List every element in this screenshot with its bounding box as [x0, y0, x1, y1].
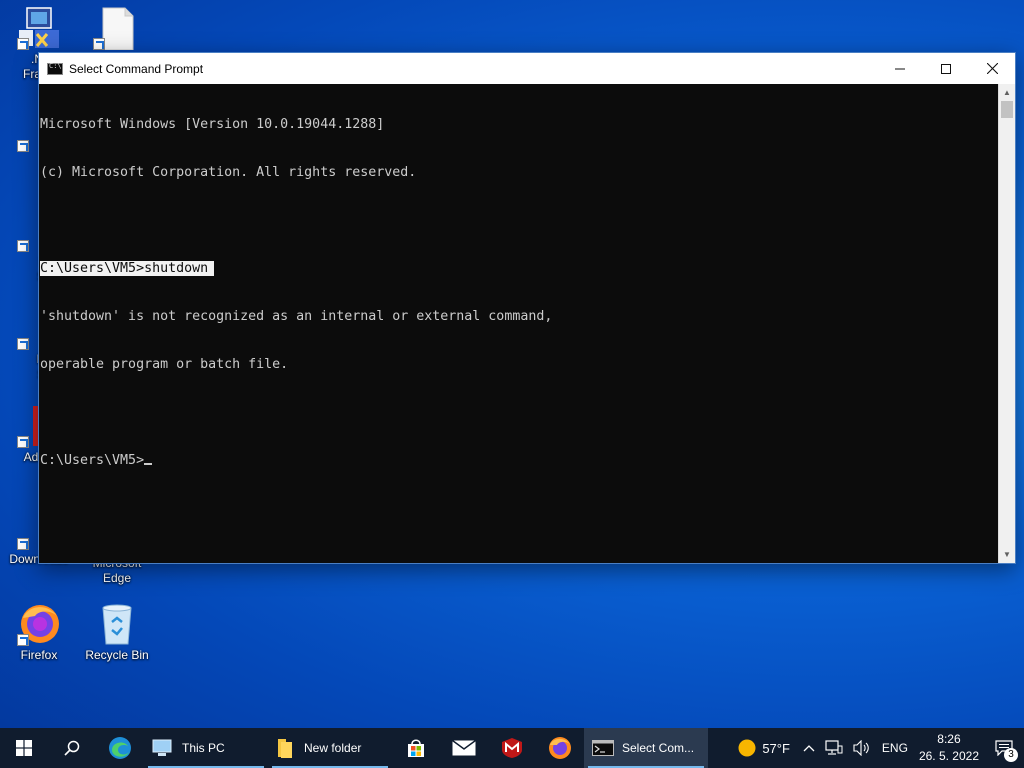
vertical-scrollbar[interactable]: ▲ ▼ [998, 84, 1015, 563]
start-button[interactable] [0, 728, 48, 768]
mcafee-icon [502, 738, 522, 758]
show-hidden-icons-button[interactable] [798, 728, 820, 768]
shortcut-arrow-icon [17, 436, 29, 448]
scroll-thumb[interactable] [1001, 101, 1013, 118]
text-cursor [144, 463, 153, 465]
desktop-icon-document[interactable] [78, 6, 156, 52]
dotnet-framework-icon [17, 6, 61, 50]
console-output[interactable]: Microsoft Windows [Version 10.0.19044.12… [39, 84, 998, 563]
clock-date: 26. 5. 2022 [918, 749, 979, 763]
clock-time: 8:26 [937, 732, 961, 746]
command-prompt-window[interactable]: Select Command Prompt Microsoft Windows … [38, 52, 1016, 564]
taskbar: This PC New folder Select Com... 57°F EN… [0, 728, 1024, 768]
weather-temp: 57°F [762, 740, 790, 756]
edge-icon [109, 737, 131, 759]
close-icon [986, 63, 998, 74]
mail-icon [452, 740, 476, 756]
console-line: operable program or batch file. [40, 357, 289, 372]
shortcut-arrow-icon [17, 38, 29, 50]
desktop-icon-firefox[interactable]: Firefox [0, 602, 78, 663]
scroll-down-arrow-icon[interactable]: ▼ [999, 546, 1015, 563]
store-icon [408, 739, 424, 757]
shortcut-arrow-icon [17, 240, 29, 252]
maximize-button[interactable] [923, 53, 969, 84]
minimize-button[interactable] [877, 53, 923, 84]
this-pc-icon [152, 739, 172, 756]
console-line-selected: C:\Users\VM5>shutdown [40, 261, 997, 277]
scroll-up-arrow-icon[interactable]: ▲ [999, 84, 1015, 101]
taskbar-store-button[interactable] [392, 728, 440, 768]
shortcut-arrow-icon [17, 338, 29, 350]
firefox-icon [549, 737, 571, 759]
notification-badge: 3 [1004, 748, 1018, 762]
cmd-icon [47, 62, 63, 75]
title-bar[interactable]: Select Command Prompt [39, 53, 1015, 84]
taskbar-app-this-pc[interactable]: This PC [144, 728, 268, 768]
shortcut-arrow-icon [17, 538, 29, 550]
taskbar-app-new-folder[interactable]: New folder [268, 728, 392, 768]
cmd-icon [592, 740, 614, 756]
taskbar-mail-button[interactable] [440, 728, 488, 768]
console-line: Microsoft Windows [Version 10.0.19044.12… [40, 117, 385, 132]
maximize-icon [941, 63, 951, 74]
taskbar-mcafee-button[interactable] [488, 728, 536, 768]
shortcut-arrow-icon [93, 38, 105, 50]
network-button[interactable] [820, 728, 848, 768]
console-line: (c) Microsoft Corporation. All rights re… [40, 165, 417, 180]
shortcut-arrow-icon [17, 634, 29, 646]
volume-button[interactable] [848, 728, 876, 768]
taskbar-app-label: This PC [182, 741, 225, 755]
folder-icon [278, 739, 292, 758]
document-shortcut-icon [93, 6, 139, 51]
close-button[interactable] [969, 53, 1015, 84]
sun-icon [738, 739, 756, 757]
network-icon [825, 740, 843, 755]
weather-widget[interactable]: 57°F [730, 728, 798, 768]
notification-center-button[interactable]: 3 [984, 728, 1024, 768]
system-tray: 57°F ENG 8:26 26. 5. 2022 3 [730, 728, 1024, 768]
speaker-icon [853, 740, 869, 756]
taskbar-app-label: New folder [304, 741, 362, 755]
taskbar-app-label: Select Com... [622, 741, 695, 755]
taskbar-edge-button[interactable] [96, 728, 144, 768]
selected-text: C:\Users\VM5>shutdown [40, 261, 215, 276]
desktop-icon-recycle-bin[interactable]: Recycle Bin [78, 602, 156, 663]
prompt-text: C:\Users\VM5> [40, 453, 145, 468]
search-button[interactable] [48, 728, 96, 768]
taskbar-app-command-prompt[interactable]: Select Com... [584, 728, 708, 768]
minimize-icon [895, 68, 905, 69]
console-prompt-line: C:\Users\VM5> [40, 453, 997, 469]
search-icon [64, 740, 80, 756]
window-title: Select Command Prompt [69, 61, 204, 76]
start-icon [16, 740, 32, 756]
firefox-icon [17, 602, 61, 646]
chevron-up-icon [803, 745, 815, 752]
recycle-bin-icon [95, 602, 139, 646]
console-line: 'shutdown' is not recognized as an inter… [40, 309, 553, 324]
clock[interactable]: 8:26 26. 5. 2022 [914, 728, 984, 768]
taskbar-firefox-button[interactable] [536, 728, 584, 768]
language-indicator[interactable]: ENG [876, 728, 914, 768]
shortcut-arrow-icon [17, 140, 29, 152]
